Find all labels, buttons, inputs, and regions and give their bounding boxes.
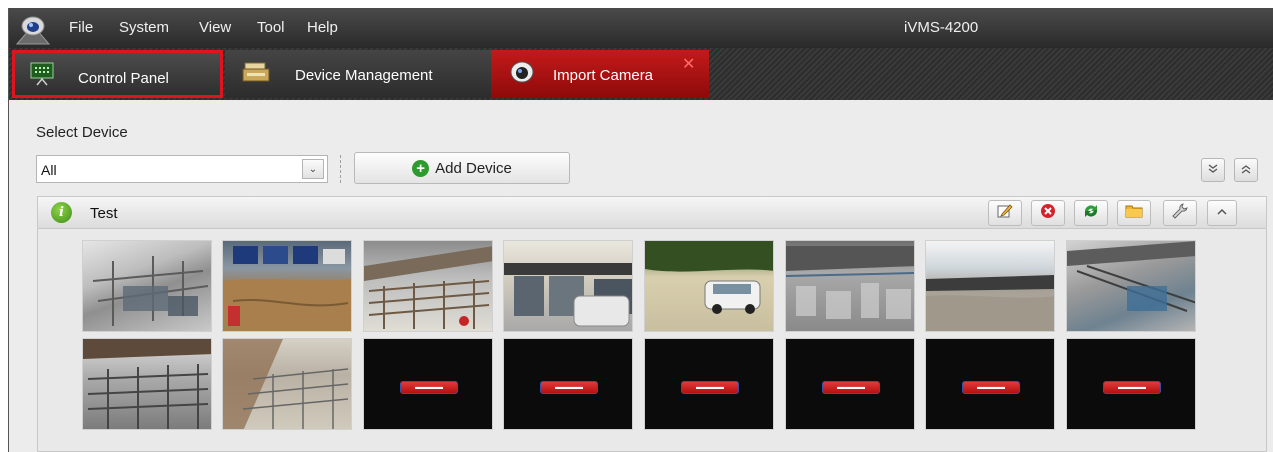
select-device-label: Select Device xyxy=(36,124,128,141)
device-header[interactable]: i Test xyxy=(38,197,1266,229)
camera-logo-icon: ▬▬▬▬ xyxy=(822,381,880,394)
dropdown-value: All xyxy=(41,162,57,178)
camera-thumbnail[interactable] xyxy=(363,240,493,332)
device-panel: i Test ▬▬▬▬ ▬▬▬▬ ▬▬▬▬ ▬▬▬▬ ▬▬▬▬ ▬▬▬▬ xyxy=(37,196,1267,452)
collapse-panel-button[interactable] xyxy=(1207,200,1237,226)
expand-all-button[interactable] xyxy=(1201,158,1225,182)
device-icon xyxy=(242,57,270,89)
menu-tool[interactable]: Tool xyxy=(257,19,285,36)
chevron-down-icon[interactable]: ⌄ xyxy=(302,159,324,179)
camera-logo-icon: ▬▬▬▬ xyxy=(400,381,458,394)
refresh-icon xyxy=(1082,203,1100,224)
camera-thumbnail[interactable] xyxy=(222,338,352,430)
camera-logo-icon: ▬▬▬▬ xyxy=(540,381,598,394)
refresh-button[interactable] xyxy=(1074,200,1108,226)
tab-label: Device Management xyxy=(295,67,433,84)
camera-thumbnail-placeholder[interactable]: ▬▬▬▬ xyxy=(785,338,915,430)
camera-logo-icon: ▬▬▬▬ xyxy=(681,381,739,394)
tab-import-camera[interactable]: Import Camera ✕ xyxy=(491,50,709,98)
tab-label: Import Camera xyxy=(553,67,654,84)
wrench-icon xyxy=(1171,202,1189,225)
camera-logo-icon: ▬▬▬▬ xyxy=(962,381,1020,394)
camera-thumbnail-placeholder[interactable]: ▬▬▬▬ xyxy=(363,338,493,430)
camera-logo-icon xyxy=(15,12,51,46)
camera-thumbnail[interactable] xyxy=(82,338,212,430)
camera-thumbnail[interactable] xyxy=(222,240,352,332)
tab-label: Control Panel xyxy=(78,70,169,87)
camera-thumbnail[interactable] xyxy=(925,240,1055,332)
menu-file[interactable]: File xyxy=(69,19,93,36)
device-name: Test xyxy=(90,205,118,222)
edit-button[interactable] xyxy=(988,200,1022,226)
menu-system[interactable]: System xyxy=(119,19,169,36)
add-device-button[interactable]: + Add Device xyxy=(354,152,570,184)
camera-logo-icon: ▬▬▬▬ xyxy=(1103,381,1161,394)
edit-icon xyxy=(997,203,1013,224)
folder-icon xyxy=(1125,203,1143,223)
camera-thumbnail[interactable] xyxy=(1066,240,1196,332)
divider xyxy=(340,155,341,183)
camera-thumbnail-placeholder[interactable]: ▬▬▬▬ xyxy=(503,338,633,430)
folder-button[interactable] xyxy=(1117,200,1151,226)
info-icon: i xyxy=(51,202,72,223)
tab-control-panel[interactable]: Control Panel xyxy=(12,50,223,98)
menu-bar: File System View Tool Help iVMS-4200 xyxy=(9,8,1273,48)
control-panel-icon xyxy=(29,61,55,91)
app-title: iVMS-4200 xyxy=(904,19,979,36)
chevron-up-icon xyxy=(1216,204,1228,222)
settings-button[interactable] xyxy=(1163,200,1197,226)
tab-bar: Control Panel Device Management Import C… xyxy=(9,48,1273,100)
camera-thumbnail[interactable] xyxy=(644,240,774,332)
menu-view[interactable]: View xyxy=(199,19,231,36)
camera-thumbnail-placeholder[interactable]: ▬▬▬▬ xyxy=(644,338,774,430)
menu-help[interactable]: Help xyxy=(307,19,338,36)
plus-icon: + xyxy=(412,159,430,177)
delete-icon xyxy=(1040,203,1056,224)
tab-device-management[interactable]: Device Management xyxy=(225,50,491,98)
delete-button[interactable] xyxy=(1031,200,1065,226)
camera-icon xyxy=(508,58,536,90)
camera-thumbnail[interactable] xyxy=(82,240,212,332)
device-dropdown[interactable]: All ⌄ xyxy=(36,155,328,183)
add-device-label: Add Device xyxy=(435,159,512,177)
app-window: File System View Tool Help iVMS-4200 Con… xyxy=(8,8,1273,452)
camera-thumbnail-placeholder[interactable]: ▬▬▬▬ xyxy=(925,338,1055,430)
double-chevron-up-icon xyxy=(1241,164,1251,177)
camera-thumbnail-placeholder[interactable]: ▬▬▬▬ xyxy=(1066,338,1196,430)
camera-thumbnail[interactable] xyxy=(503,240,633,332)
double-chevron-down-icon xyxy=(1208,163,1218,177)
collapse-all-button[interactable] xyxy=(1234,158,1258,182)
close-icon[interactable]: ✕ xyxy=(682,54,695,74)
camera-thumbnail[interactable] xyxy=(785,240,915,332)
